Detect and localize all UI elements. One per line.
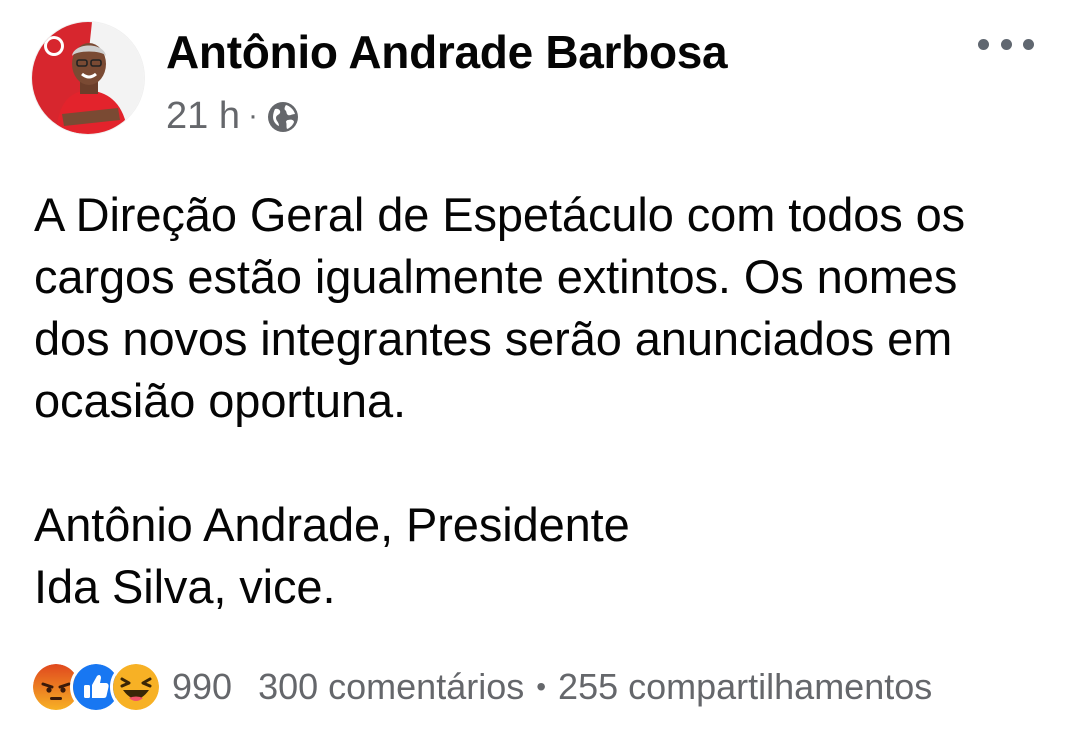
post-text-line: A Direção Geral de Espetáculo com todos … xyxy=(34,188,966,241)
meta-separator: · xyxy=(247,99,258,132)
post-timestamp[interactable]: 21 h xyxy=(166,94,240,138)
reaction-icons[interactable] xyxy=(30,661,162,713)
more-horizontal-icon[interactable] xyxy=(978,28,1034,60)
shares-count[interactable]: 255 compartilhamentos xyxy=(558,666,932,708)
post-text: A Direção Geral de Espetáculo com todos … xyxy=(34,184,1064,618)
post-meta: 21 h · xyxy=(166,94,300,138)
post-text-line: dos novos integrantes serão anunciados e… xyxy=(34,312,953,365)
more-dot xyxy=(1023,38,1034,50)
reaction-count[interactable]: 990 xyxy=(172,666,232,708)
post-text-line: ocasião oportuna. xyxy=(34,374,406,427)
globe-icon[interactable] xyxy=(266,100,300,134)
facebook-post: Antônio Andrade Barbosa 21 h · A Direção… xyxy=(0,0,1080,742)
engagement-bar: 990 300 comentários • 255 compartilhamen… xyxy=(30,658,932,716)
author-avatar[interactable] xyxy=(32,22,144,134)
comments-count[interactable]: 300 comentários xyxy=(258,666,524,708)
more-dot xyxy=(978,38,989,50)
author-name[interactable]: Antônio Andrade Barbosa xyxy=(166,24,728,80)
more-dot xyxy=(1000,38,1012,50)
avatar-image xyxy=(32,22,144,134)
post-text-line: cargos estão igualmente extintos. Os nom… xyxy=(34,250,958,303)
haha-icon xyxy=(110,661,162,713)
engagement-separator: • xyxy=(536,671,547,702)
post-text-line: Ida Silva, vice. xyxy=(34,560,336,613)
post-text-line: Antônio Andrade, Presidente xyxy=(34,498,630,551)
